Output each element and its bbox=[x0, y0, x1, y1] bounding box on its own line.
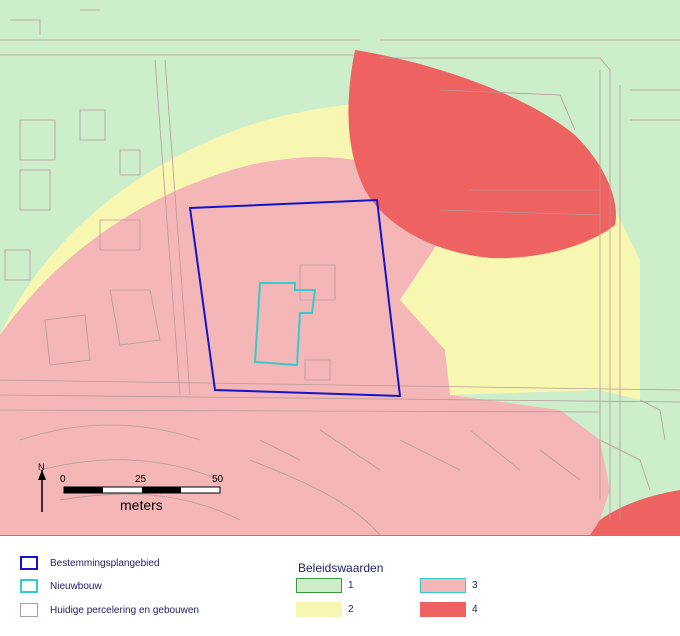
beleid-label: 2 bbox=[348, 604, 354, 615]
plan-swatch-icon bbox=[20, 556, 38, 570]
legend-panel: Bestemmingsplangebied Nieuwbouw Huidige … bbox=[0, 535, 680, 636]
beleid-3-swatch-icon bbox=[420, 578, 466, 593]
legend-item-plan: Bestemmingsplangebied bbox=[20, 556, 160, 570]
legend-label: Huidige percelering en gebouwen bbox=[50, 604, 199, 616]
scale-tick-25: 25 bbox=[135, 474, 147, 485]
beleid-item-2: 2 bbox=[296, 602, 354, 617]
beleid-label: 1 bbox=[348, 580, 354, 591]
beleid-item-4: 4 bbox=[420, 602, 478, 617]
beleid-item-3: 3 bbox=[420, 578, 478, 593]
beleid-4-swatch-icon bbox=[420, 602, 466, 617]
beleid-item-1: 1 bbox=[296, 578, 354, 593]
legend-label: Bestemmingsplangebied bbox=[50, 557, 160, 569]
parcel-swatch-icon bbox=[20, 603, 38, 617]
legend-item-parcel: Huidige percelering en gebouwen bbox=[20, 603, 199, 617]
nieuwbouw-swatch-icon bbox=[20, 579, 38, 593]
legend-label: Nieuwbouw bbox=[50, 580, 102, 592]
north-label: N bbox=[38, 462, 45, 472]
scale-unit: meters bbox=[120, 497, 163, 513]
map-canvas[interactable]: N 0 25 50 meters bbox=[0, 0, 680, 535]
scale-tick-50: 50 bbox=[212, 474, 224, 485]
legend-item-nieuwbouw: Nieuwbouw bbox=[20, 579, 102, 593]
scale-tick-0: 0 bbox=[60, 474, 66, 485]
beleid-2-swatch-icon bbox=[296, 602, 342, 617]
beleid-1-swatch-icon bbox=[296, 578, 342, 593]
beleid-title: Beleidswaarden bbox=[298, 561, 384, 575]
beleid-label: 4 bbox=[472, 604, 478, 615]
beleid-label: 3 bbox=[472, 580, 478, 591]
